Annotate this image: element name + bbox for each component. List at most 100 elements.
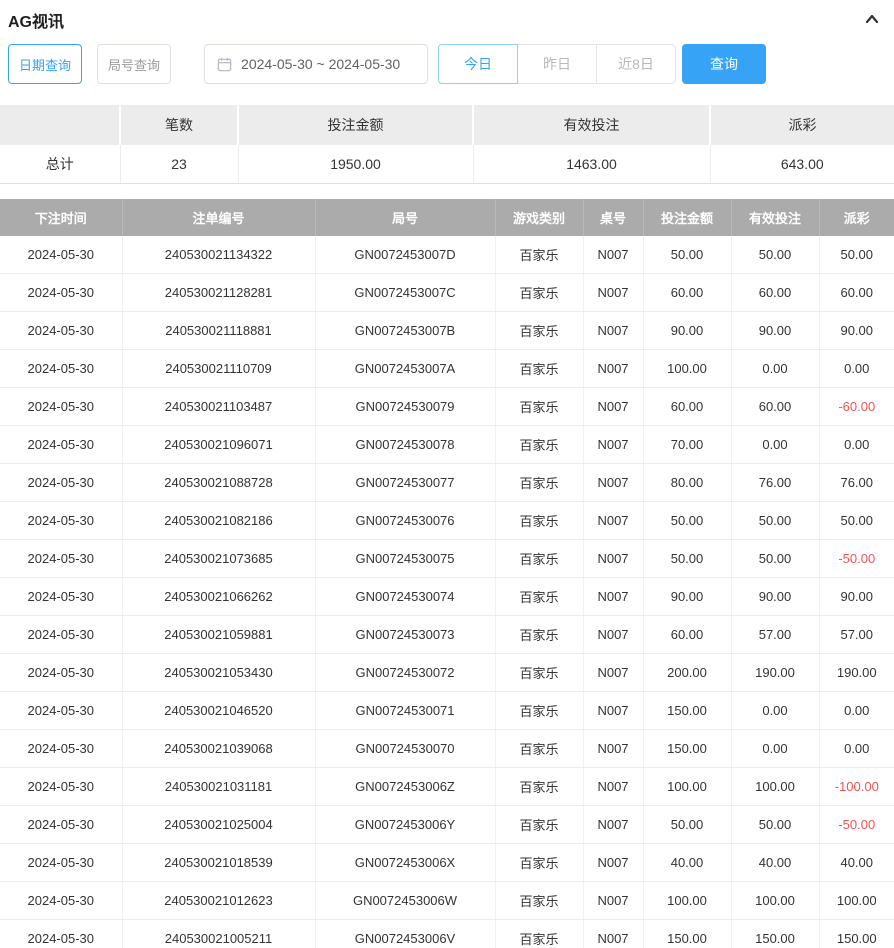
column-header: 局号 [315,199,495,236]
yesterday-button[interactable]: 昨日 [517,44,597,84]
table-cell: 90.00 [819,578,894,616]
column-header: 投注金额 [643,199,731,236]
table-cell: GN00724530076 [315,502,495,540]
today-button[interactable]: 今日 [438,44,518,84]
date-query-tab-button[interactable]: 日期查询 [8,44,82,84]
summary-column-header: 派彩 [710,105,894,145]
table-cell: GN0072453007B [315,312,495,350]
table-cell: 0.00 [819,350,894,388]
table-cell: GN0072453006V [315,920,495,948]
table-cell: 240530021031181 [122,768,315,806]
table-cell: N007 [583,236,643,274]
search-button[interactable]: 查询 [682,44,766,84]
column-header: 下注时间 [0,199,122,236]
summary-column-header-empty [0,105,120,145]
table-cell: 百家乐 [495,920,583,948]
summary-column-header: 投注金额 [238,105,473,145]
table-cell: GN00724530072 [315,654,495,692]
table-cell: 2024-05-30 [0,578,122,616]
table-cell: N007 [583,806,643,844]
table-cell: 240530021059881 [122,616,315,654]
table-cell: 60.00 [643,388,731,426]
page: AG视讯 日期查询 局号查询 2024-05-30 ~ 2024-05-30 今… [0,0,894,948]
table-cell: 百家乐 [495,692,583,730]
table-cell: N007 [583,464,643,502]
table-cell: 2024-05-30 [0,350,122,388]
table-cell: 240530021039068 [122,730,315,768]
table-cell: 150.00 [643,692,731,730]
round-query-tab-button[interactable]: 局号查询 [97,44,171,84]
date-range-picker[interactable]: 2024-05-30 ~ 2024-05-30 [204,44,428,84]
table-cell: 76.00 [731,464,819,502]
table-cell: 100.00 [643,768,731,806]
table-row: 2024-05-30240530021110709GN0072453007A百家… [0,350,894,388]
table-cell: 60.00 [643,274,731,312]
table-cell: 240530021118881 [122,312,315,350]
table-cell: 57.00 [819,616,894,654]
table-cell: N007 [583,844,643,882]
table-cell: GN0072453007D [315,236,495,274]
column-header: 有效投注 [731,199,819,236]
table-cell: 100.00 [819,882,894,920]
table-cell: 0.00 [819,692,894,730]
table-cell: 240530021066262 [122,578,315,616]
table-cell: N007 [583,920,643,948]
table-cell: 60.00 [819,274,894,312]
table-cell: N007 [583,882,643,920]
bet-table: 下注时间注单编号局号游戏类别桌号投注金额有效投注派彩 2024-05-30240… [0,199,894,948]
table-cell: 50.00 [643,236,731,274]
quick-filter-group: 今日 昨日 近8日 [438,44,676,84]
table-cell: GN00724530074 [315,578,495,616]
bet-table-header-row: 下注时间注单编号局号游戏类别桌号投注金额有效投注派彩 [0,199,894,236]
table-row: 2024-05-30240530021046520GN00724530071百家… [0,692,894,730]
table-row: 2024-05-30240530021053430GN00724530072百家… [0,654,894,692]
table-row: 2024-05-30240530021134322GN0072453007D百家… [0,236,894,274]
table-cell: -50.00 [819,540,894,578]
table-cell: 百家乐 [495,844,583,882]
summary-header-row: 笔数 投注金额 有效投注 派彩 [0,105,894,145]
table-cell: 2024-05-30 [0,312,122,350]
table-cell: 70.00 [643,426,731,464]
table-cell: GN00724530071 [315,692,495,730]
table-cell: 百家乐 [495,274,583,312]
table-cell: 百家乐 [495,616,583,654]
table-row: 2024-05-30240530021018539GN0072453006X百家… [0,844,894,882]
table-cell: 80.00 [643,464,731,502]
summary-count: 23 [120,145,238,183]
table-cell: 240530021134322 [122,236,315,274]
table-row: 2024-05-30240530021128281GN0072453007C百家… [0,274,894,312]
table-cell: 100.00 [731,882,819,920]
table-cell: N007 [583,654,643,692]
table-cell: 60.00 [643,616,731,654]
table-cell: 2024-05-30 [0,426,122,464]
table-cell: 240530021025004 [122,806,315,844]
bet-table-body: 2024-05-30240530021134322GN0072453007D百家… [0,236,894,948]
table-cell: 百家乐 [495,502,583,540]
table-cell: 0.00 [731,692,819,730]
table-cell: N007 [583,578,643,616]
collapse-button[interactable] [864,12,880,29]
table-cell: 100.00 [643,882,731,920]
table-cell: N007 [583,426,643,464]
table-row: 2024-05-30240530021073685GN00724530075百家… [0,540,894,578]
last-8-days-button[interactable]: 近8日 [596,44,676,84]
table-cell: N007 [583,692,643,730]
table-cell: 100.00 [731,768,819,806]
table-row: 2024-05-30240530021059881GN00724530073百家… [0,616,894,654]
table-cell: 50.00 [731,236,819,274]
table-cell: 百家乐 [495,768,583,806]
table-cell: 240530021073685 [122,540,315,578]
table-cell: 60.00 [731,274,819,312]
table-cell: 240530021088728 [122,464,315,502]
table-cell: 2024-05-30 [0,274,122,312]
table-cell: 2024-05-30 [0,388,122,426]
table-cell: 2024-05-30 [0,654,122,692]
table-cell: GN0072453006W [315,882,495,920]
table-cell: 240530021053430 [122,654,315,692]
table-cell: N007 [583,502,643,540]
summary-column-header: 有效投注 [473,105,710,145]
table-cell: 40.00 [643,844,731,882]
table-cell: 90.00 [819,312,894,350]
table-cell: 2024-05-30 [0,236,122,274]
table-cell: GN00724530073 [315,616,495,654]
